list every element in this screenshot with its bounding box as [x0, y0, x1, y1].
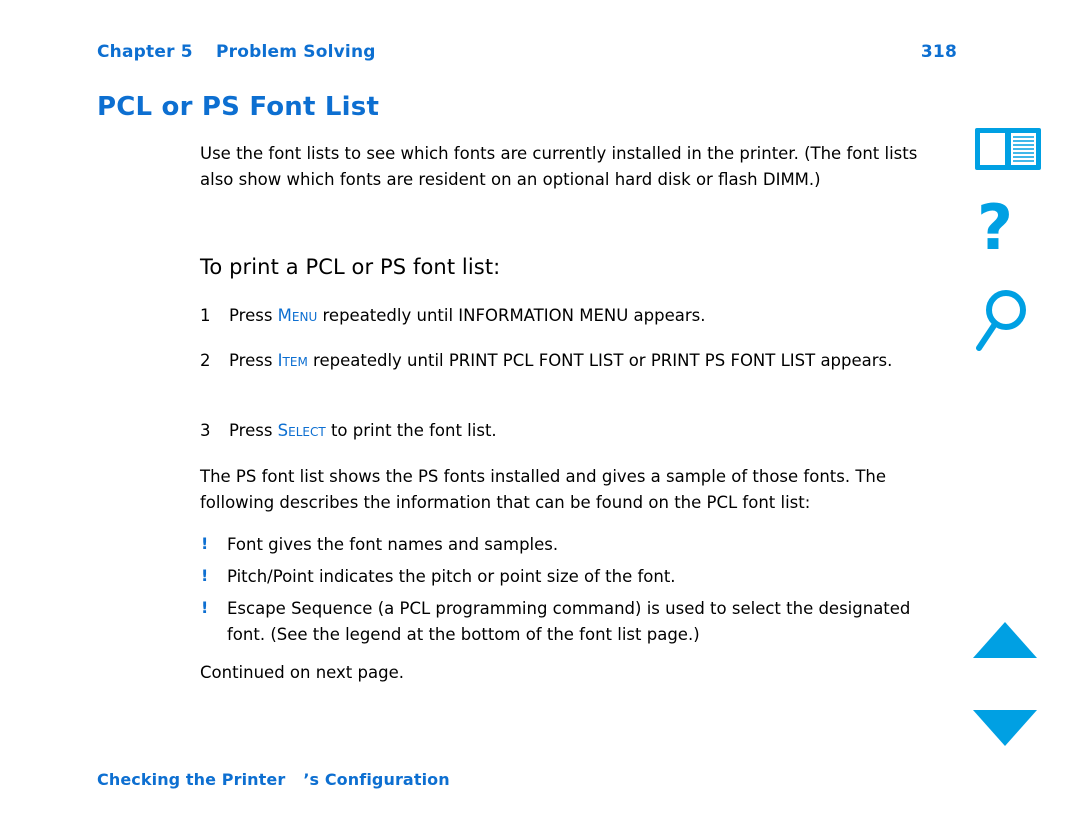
step-text-post: repeatedly until PRINT PCL FONT LIST or … [307, 351, 893, 370]
step-text: Press Menu repeatedly until INFORMATION … [229, 303, 940, 329]
step-number: 2 [200, 351, 211, 370]
font-list-description: The PS font list shows the PS fonts inst… [200, 467, 887, 512]
footer-text-primary: Checking the Printer [97, 770, 286, 789]
step-key-label: Menu [277, 306, 318, 325]
step-text-pre: Press [229, 306, 278, 325]
continued-note: Continued on next page. [200, 663, 404, 682]
navigation-rail: ? [965, 0, 1075, 834]
step-number: 3 [200, 421, 211, 440]
step-item: 1 Press Menu repeatedly until INFORMATIO… [200, 303, 940, 329]
intro-paragraph: Use the font lists to see which fonts ar… [200, 144, 918, 189]
search-icon[interactable] [973, 288, 1037, 352]
bullet-marker-icon: ! [201, 566, 209, 585]
bullet-text: Font gives the font names and samples. [227, 535, 559, 554]
triangle-up-icon[interactable] [971, 620, 1039, 660]
footer-text-secondary: ’s Configuration [303, 770, 450, 789]
bullet-item: ! Pitch/Point indicates the pitch or poi… [200, 564, 940, 590]
page-header: Chapter 5 Problem Solving 318 [97, 42, 957, 68]
bullet-marker-icon: ! [201, 598, 209, 617]
help-question-icon[interactable]: ? [977, 197, 1041, 259]
step-text: Press Item repeatedly until PRINT PCL FO… [229, 348, 940, 374]
bullet-text: Pitch/Point indicates the pitch or point… [227, 567, 676, 586]
step-text-post: repeatedly until INFORMATION MENU appear… [317, 306, 706, 325]
step-text-pre: Press [229, 351, 278, 370]
document-page: Chapter 5 Problem Solving 318 PCL or PS … [0, 0, 1080, 834]
bullet-text: Escape Sequence (a PCL programming comma… [227, 599, 911, 644]
step-key-label: Item [277, 351, 308, 370]
bullet-item: ! Font gives the font names and samples. [200, 532, 940, 558]
step-number: 1 [200, 306, 211, 325]
header-page-number: 318 [920, 42, 957, 62]
page-title: PCL or PS Font List [97, 92, 380, 122]
step-item: 2 Press Item repeatedly until PRINT PCL … [200, 348, 940, 374]
page-footer: Checking the Printer ’s Configuration [97, 770, 450, 789]
step-text-post: to print the font list. [325, 421, 497, 440]
book-icon[interactable] [973, 126, 1043, 172]
step-text-pre: Press [229, 421, 278, 440]
bullet-item: ! Escape Sequence (a PCL programming com… [200, 596, 940, 648]
step-key-label: Select [277, 421, 326, 440]
step-item: 3 Press Select to print the font list. [200, 418, 940, 444]
section-heading: To print a PCL or PS font list: [200, 255, 501, 279]
bullet-marker-icon: ! [201, 534, 209, 553]
step-text: Press Select to print the font list. [229, 418, 940, 444]
triangle-down-icon[interactable] [971, 708, 1039, 748]
